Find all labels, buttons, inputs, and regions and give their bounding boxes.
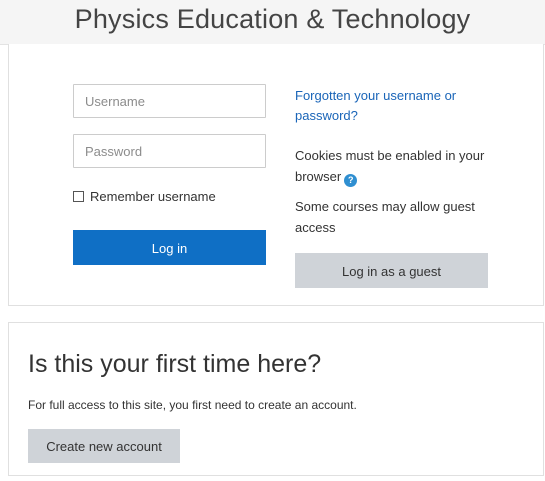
login-panel: Remember username Log in Forgotten your … [8,44,544,306]
help-icon[interactable]: ? [344,174,358,187]
remember-username-label: Remember username [90,188,216,204]
forgot-password-link[interactable]: Forgotten your username or password? [295,86,485,126]
site-header: Physics Education & Technology [0,0,545,45]
cookies-notice-text: Cookies must be enabled in your browser [295,148,485,184]
signup-heading: Is this your first time here? [28,350,322,378]
signup-panel: Is this your first time here? For full a… [8,322,544,476]
remember-username-row[interactable]: Remember username [73,187,216,205]
guest-access-text: Some courses may allow guest access [295,199,475,235]
site-title: Physics Education & Technology [74,4,471,34]
create-account-button[interactable]: Create new account [28,429,180,463]
guest-login-button[interactable]: Log in as a guest [295,253,488,288]
password-input[interactable] [73,134,266,168]
cookies-notice: Cookies must be enabled in your browser? [295,145,485,187]
signup-description: For full access to this site, you first … [28,398,357,412]
username-input[interactable] [73,84,266,118]
remember-username-checkbox[interactable] [73,190,84,202]
login-button[interactable]: Log in [73,230,266,265]
